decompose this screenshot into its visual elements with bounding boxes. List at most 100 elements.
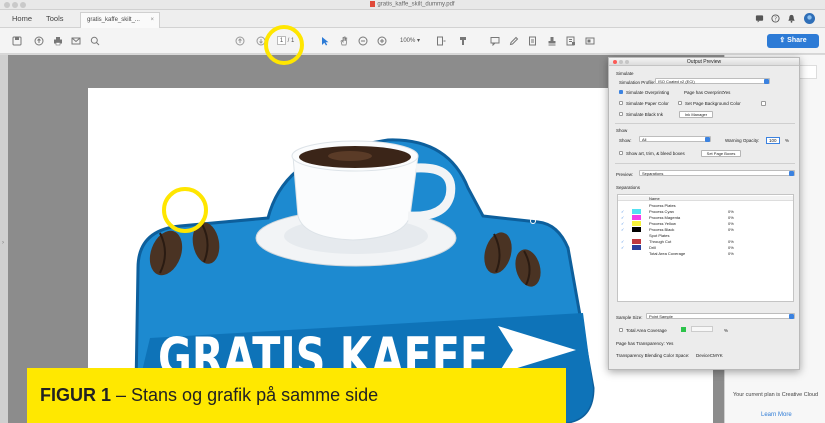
zoom-dropdown[interactable]: 100% ▾ — [400, 37, 420, 44]
dialog-minimize-button[interactable] — [619, 60, 623, 64]
zoom-out-icon[interactable] — [358, 36, 368, 46]
table-row[interactable]: Spot Plates — [618, 233, 793, 238]
show-art-trim-checkbox[interactable] — [619, 151, 623, 155]
show-label: Show: — [619, 138, 632, 143]
highlight-icon[interactable] — [458, 36, 468, 46]
simulate-overprinting-checkbox[interactable] — [619, 90, 623, 94]
tab-tools[interactable]: Tools — [46, 14, 64, 23]
search-icon[interactable] — [90, 36, 100, 46]
sign-icon[interactable] — [566, 36, 576, 46]
simulate-black-ink-label: Simulate Black Ink — [626, 112, 664, 117]
visible-check-icon[interactable]: ✓ — [621, 209, 624, 214]
color-swatch — [632, 245, 641, 250]
plate-pct: 0% — [728, 251, 734, 256]
visible-check-icon[interactable]: ✓ — [621, 221, 624, 226]
table-row[interactable]: ✓ Through Cut 0% — [618, 239, 793, 244]
fill-sign-icon[interactable] — [528, 36, 538, 46]
expand-panel-icon[interactable]: › — [2, 240, 4, 246]
ink-manager-button[interactable]: Ink Manager — [679, 111, 713, 118]
prev-page-icon[interactable] — [235, 36, 245, 46]
separations-heading: Separations — [616, 185, 641, 190]
simulation-profile-label: Simulation Profile: — [619, 80, 656, 85]
table-row[interactable]: Process Plates — [618, 203, 793, 208]
close-tab-icon[interactable]: × — [150, 17, 154, 23]
page-bg-color-swatch[interactable] — [761, 101, 766, 106]
dialog-zoom-button[interactable] — [625, 60, 629, 64]
tac-input[interactable] — [691, 326, 713, 332]
simulate-black-ink-checkbox[interactable] — [619, 112, 623, 116]
zoom-in-icon[interactable] — [377, 36, 387, 46]
sample-size-select[interactable]: Point Sample — [646, 313, 795, 319]
hand-icon[interactable] — [339, 36, 349, 46]
redact-icon[interactable] — [585, 36, 595, 46]
pen-icon[interactable] — [509, 36, 519, 46]
table-row[interactable]: ✓ Drill 0% — [618, 245, 793, 250]
table-row[interactable]: ✓ Process Magenta 0% — [618, 215, 793, 220]
table-header: Name — [618, 196, 793, 201]
plate-name: Process Magenta — [649, 215, 681, 220]
simulation-profile-value: ISO Coated v2 (ECI) — [658, 79, 695, 84]
color-swatch — [632, 239, 641, 244]
avatar[interactable] — [804, 13, 815, 24]
divider — [615, 123, 795, 124]
visible-check-icon[interactable]: ✓ — [621, 215, 624, 220]
dropdown-arrow-icon — [789, 171, 794, 176]
dialog-titlebar: Output Preview — [609, 58, 799, 66]
save-icon[interactable] — [12, 36, 22, 46]
share-label: Share — [787, 37, 807, 44]
tab-bar: Home Tools gratis_kaffe_skilt_... × ? — [0, 10, 825, 28]
share-button[interactable]: ⇪ Share — [767, 34, 819, 48]
coverage-color-swatch[interactable] — [681, 327, 686, 332]
color-swatch — [632, 227, 641, 232]
tab-document[interactable]: gratis_kaffe_skilt_... × — [80, 12, 160, 28]
figure-caption: FIGUR 1 – Stans og grafik på samme side — [27, 368, 566, 423]
table-row[interactable]: ✓ Process Cyan 0% — [618, 209, 793, 214]
warning-opacity-input[interactable]: 100 — [766, 137, 780, 144]
plan-text: Your current plan is Creative Cloud — [733, 392, 819, 398]
table-row[interactable]: ✓ Process Black 0% — [618, 227, 793, 232]
learn-more-link[interactable]: Learn More — [761, 412, 792, 418]
help-icon[interactable]: ? — [771, 14, 780, 23]
email-icon[interactable] — [71, 36, 81, 46]
plate-pct: 0% — [728, 209, 734, 214]
simulation-profile-select[interactable]: ISO Coated v2 (ECI) — [655, 78, 770, 84]
plate-name: Total Area Coverage — [649, 251, 686, 256]
plate-pct: 0% — [728, 227, 734, 232]
fit-page-icon[interactable] — [436, 36, 446, 46]
separations-table: Name Process Plates ✓ Process Cyan 0% ✓ … — [617, 194, 794, 302]
select-arrow-icon[interactable] — [320, 36, 330, 46]
pdf-file-icon — [370, 1, 376, 7]
warning-opacity-label: Warning Opacity: — [725, 138, 760, 143]
set-page-boxes-button[interactable]: Set Page Boxes — [701, 150, 741, 157]
total-area-coverage-checkbox[interactable] — [619, 328, 623, 332]
show-select[interactable]: All — [639, 136, 711, 142]
visible-check-icon[interactable]: ✓ — [621, 239, 624, 244]
plate-name: Process Plates — [649, 203, 676, 208]
simulate-paper-color-checkbox[interactable] — [619, 101, 623, 105]
plate-name: Process Yellow — [649, 221, 676, 226]
show-value: All — [642, 137, 647, 142]
notifications-icon[interactable] — [787, 14, 796, 23]
left-panel-collapsed[interactable]: › — [0, 55, 8, 423]
set-page-bg-color-checkbox[interactable] — [678, 101, 682, 105]
tac-unit: % — [724, 328, 729, 333]
plate-name: Through Cut — [649, 239, 672, 244]
show-heading: Show — [616, 128, 628, 133]
table-row[interactable]: ✓ Process Yellow 0% — [618, 221, 793, 226]
table-row[interactable]: Total Area Coverage 0% — [618, 251, 793, 256]
visible-check-icon[interactable]: ✓ — [621, 227, 624, 232]
upload-icon[interactable] — [34, 36, 44, 46]
dialog-close-button[interactable] — [613, 60, 617, 64]
warning-opacity-unit: % — [785, 138, 790, 143]
comment-icon[interactable] — [490, 36, 500, 46]
chat-icon[interactable] — [755, 14, 764, 23]
print-icon[interactable] — [53, 36, 63, 46]
plate-name: Drill — [649, 245, 656, 250]
preview-select[interactable]: Separations — [639, 170, 795, 176]
tab-home[interactable]: Home — [12, 14, 32, 23]
color-swatch — [632, 209, 641, 214]
column-header-name: Name — [649, 196, 660, 201]
visible-check-icon[interactable]: ✓ — [621, 245, 624, 250]
page-has-overprint-label: Page has Overprint: — [684, 90, 725, 95]
stamp-icon[interactable] — [547, 36, 557, 46]
